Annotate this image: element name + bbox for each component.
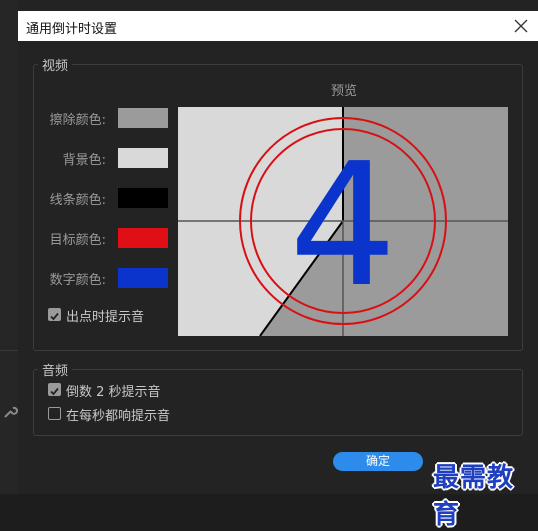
beep-each-second-checkbox[interactable] [48,407,61,420]
beep-2s-label: 倒数 2 秒提示音 [66,385,161,400]
preview-number: 4 [289,127,397,325]
number-color-swatch[interactable] [118,268,168,288]
line-color-label: 线条颜色: [49,193,106,208]
dialog-title: 通用倒计时设置 [26,22,118,37]
countdown-preview: 4 [178,107,508,337]
title-bar: 通用倒计时设置 [18,11,538,41]
target-color-swatch[interactable] [118,228,168,248]
watermark: 最需教育 [433,463,515,530]
ok-button[interactable]: 确定 [333,452,423,471]
cue-at-out-label: 出点时提示音 [66,310,145,325]
background-divider [0,350,18,351]
wipe-color-label: 擦除颜色: [49,113,106,128]
check-icon [50,387,59,396]
preview-label: 预览 [331,84,358,99]
line-color-swatch[interactable] [118,188,168,208]
background-topbar [18,0,538,11]
number-color-label: 数字颜色: [49,273,106,288]
audio-group [33,369,523,436]
audio-group-label: 音频 [38,360,73,379]
countdown-settings-dialog: 通用倒计时设置 视频 预览 擦除颜色: 背景色: 线条颜色: 目标颜色: 数字颜… [18,11,538,530]
beep-each-second-label: 在每秒都响提示音 [66,409,171,424]
wipe-color-swatch[interactable] [118,108,168,128]
background-color-swatch[interactable] [118,148,168,168]
cue-at-out-checkbox[interactable] [48,308,61,321]
close-button[interactable] [510,15,532,37]
wrench-icon [2,404,18,420]
target-color-label: 目标颜色: [49,233,106,248]
beep-2s-checkbox[interactable] [48,383,61,396]
close-icon [510,15,532,37]
video-group-label: 视频 [38,55,73,74]
background-color-label: 背景色: [62,153,106,168]
check-icon [50,312,59,321]
